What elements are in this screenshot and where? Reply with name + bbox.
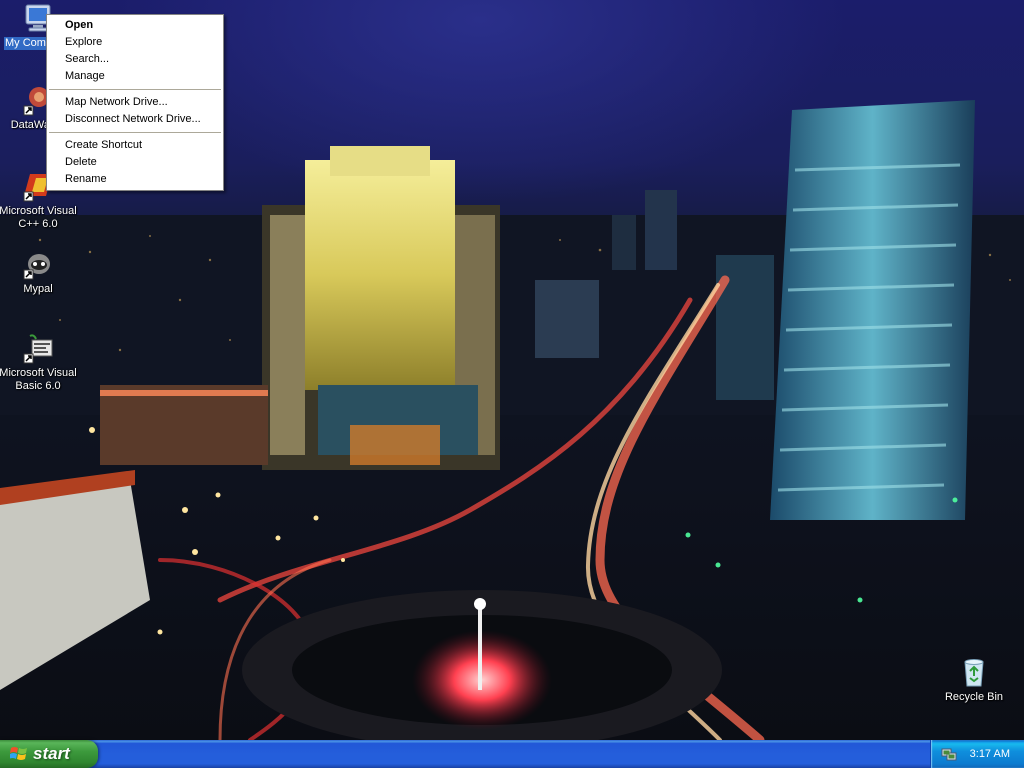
taskbar: start 3:17 AM [0, 740, 1024, 768]
visual-basic-icon [23, 334, 53, 364]
menu-item-manage[interactable]: Manage [47, 68, 223, 85]
menu-item-disconnect-network-drive[interactable]: Disconnect Network Drive... [47, 111, 223, 128]
clock[interactable]: 3:17 AM [970, 740, 1010, 768]
desktop-icon-visual-basic[interactable]: Microsoft Visual Basic 6.0 [0, 332, 78, 393]
menu-item-rename[interactable]: Rename [47, 171, 223, 188]
menu-separator [49, 132, 221, 133]
mypal-icon [23, 254, 50, 280]
system-tray: 3:17 AM [930, 740, 1024, 768]
menu-item-create-shortcut[interactable]: Create Shortcut [47, 137, 223, 154]
context-menu: Open Explore Search... Manage Map Networ… [46, 14, 224, 191]
menu-item-map-network-drive[interactable]: Map Network Drive... [47, 94, 223, 111]
desktop-icon-label: Microsoft Visual C++ 6.0 [0, 205, 77, 230]
desktop-icon-label: Mypal [23, 283, 53, 295]
menu-item-search[interactable]: Search... [47, 51, 223, 68]
desktop-icon-mypal[interactable]: Mypal [0, 248, 78, 296]
start-label: start [33, 744, 70, 763]
desktop-icon-label: Microsoft Visual Basic 6.0 [0, 367, 77, 392]
windows-flag-icon [10, 747, 27, 760]
desktop-icon-label: Recycle Bin [944, 691, 1004, 703]
network-tray-icon[interactable] [941, 746, 957, 762]
menu-item-open[interactable]: Open [47, 17, 223, 34]
menu-item-delete[interactable]: Delete [47, 154, 223, 171]
start-button[interactable]: start [0, 740, 98, 768]
menu-item-explore[interactable]: Explore [47, 34, 223, 51]
recycle-bin-icon [964, 659, 984, 687]
menu-separator [49, 89, 221, 90]
desktop-icon-recycle-bin[interactable]: Recycle Bin [934, 656, 1014, 704]
